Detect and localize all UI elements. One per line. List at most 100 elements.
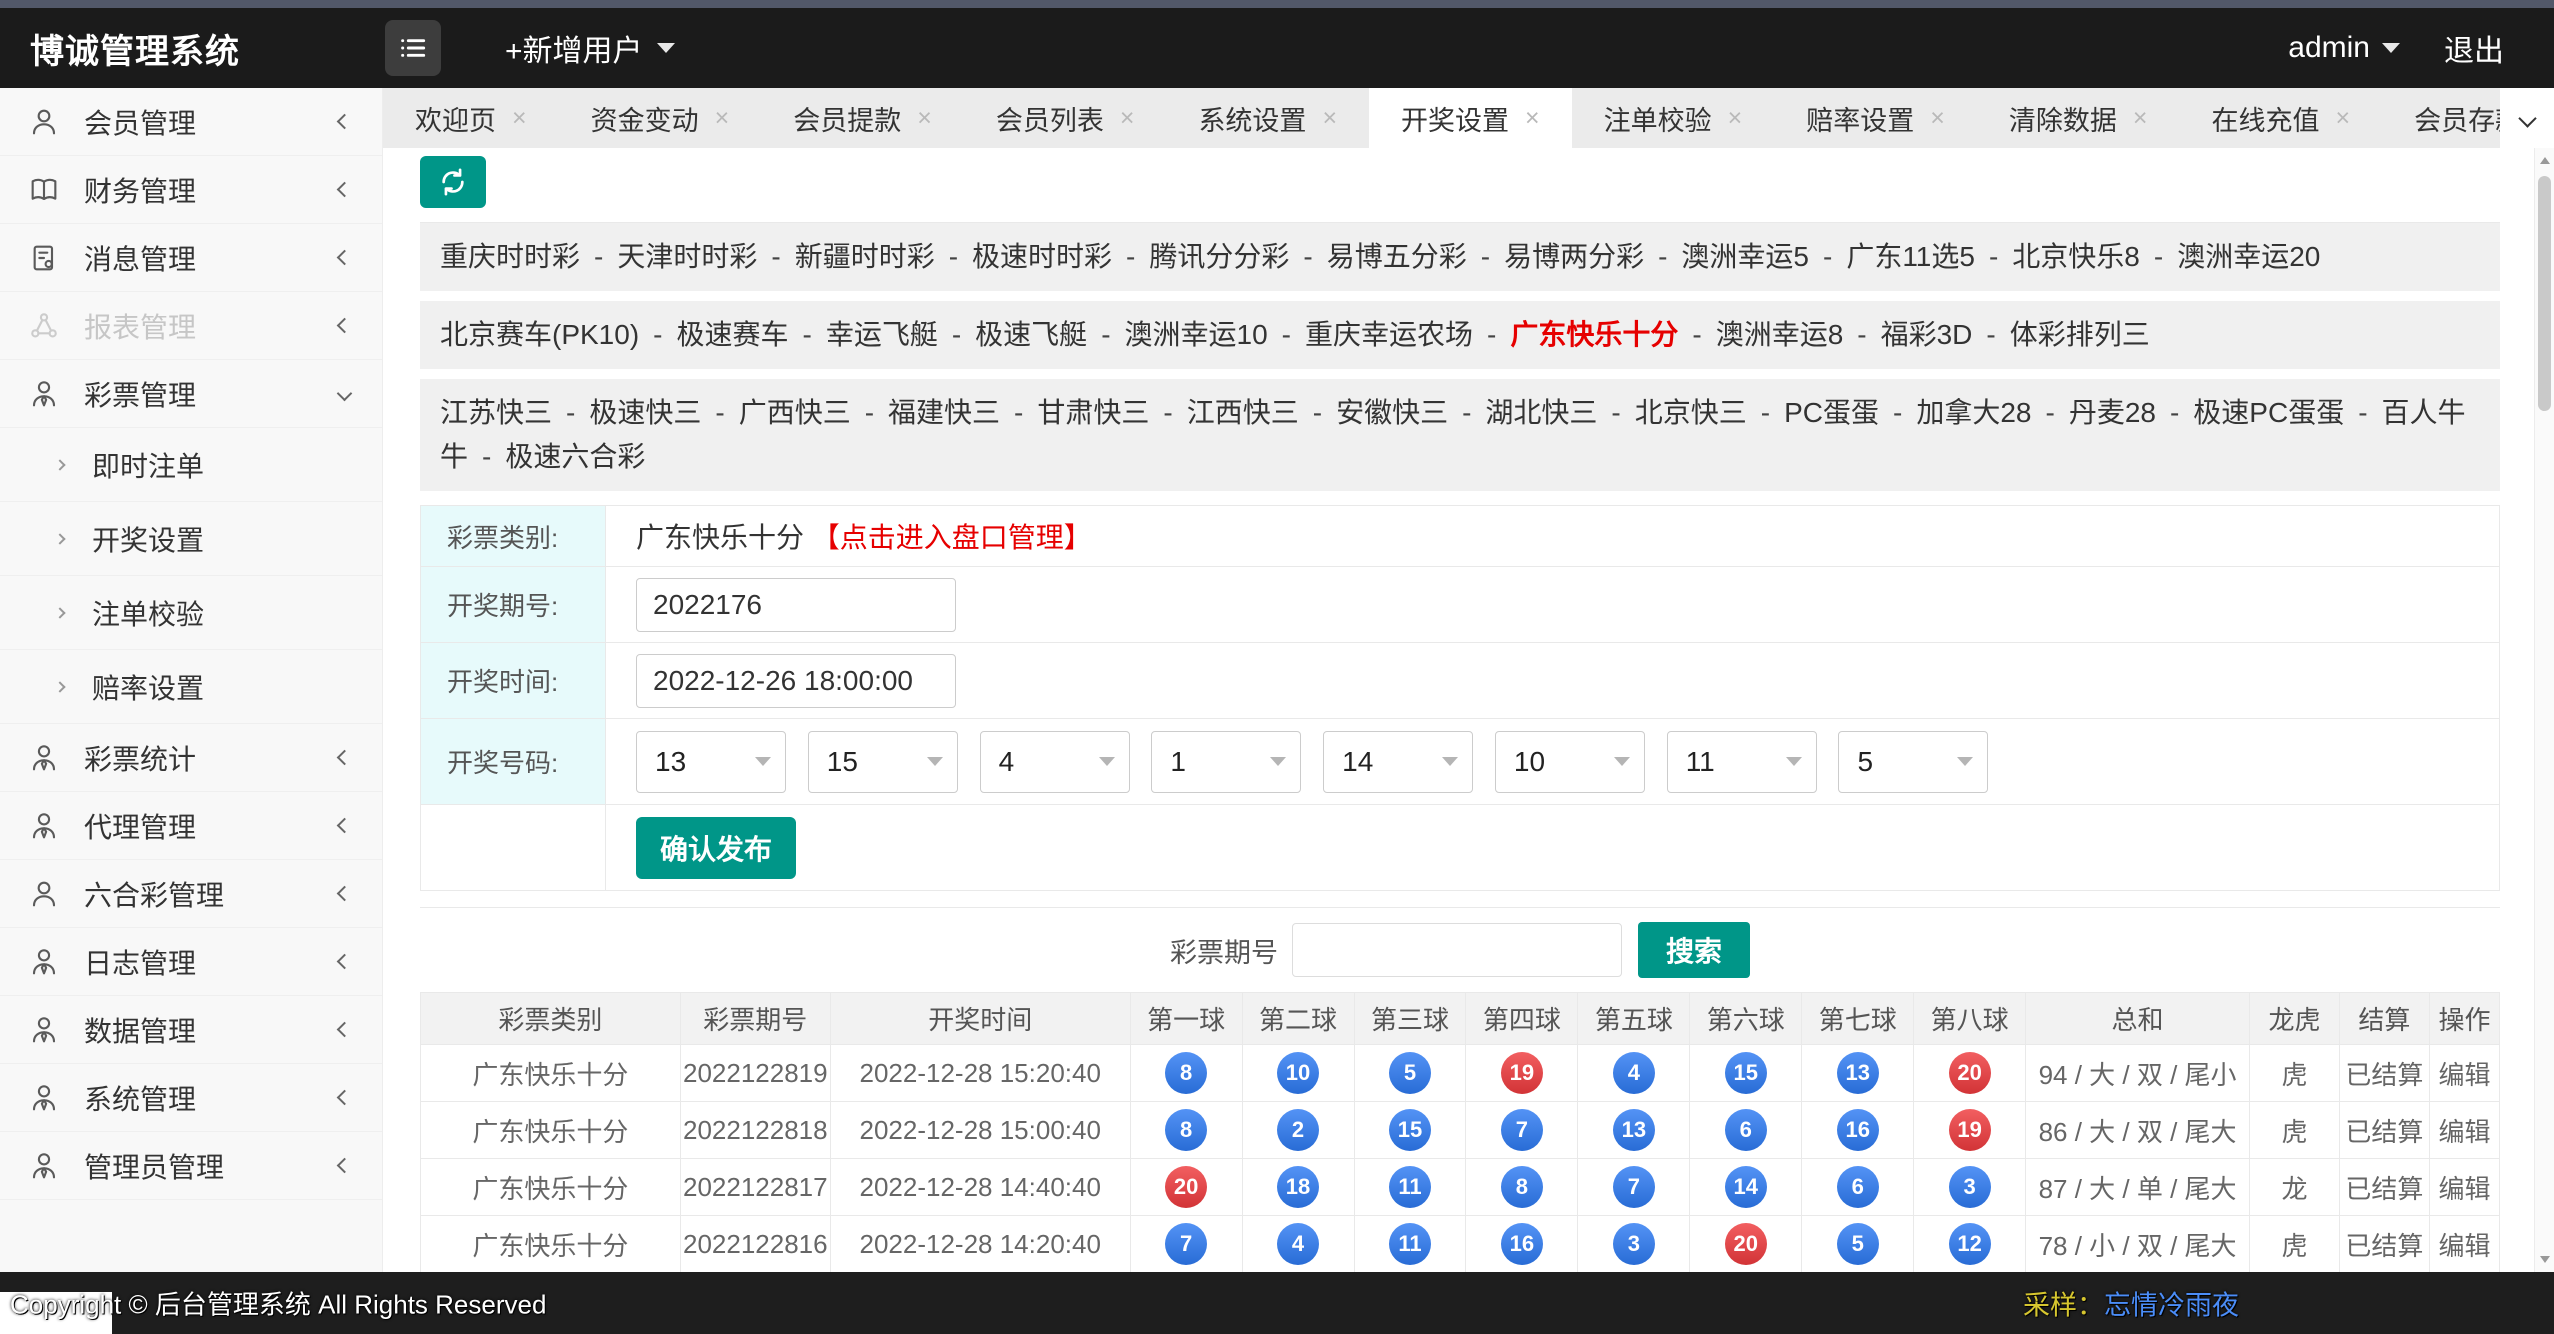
lottery-link[interactable]: 澳洲幸运20 [2140,241,2320,272]
lottery-link[interactable]: 易博五分彩 [1289,241,1466,272]
lottery-link[interactable]: 极速PC蛋蛋 [2156,397,2344,428]
lottery-link-active[interactable]: 广东快乐十分 [1473,319,1678,350]
lottery-link[interactable]: 广东11选5 [1809,241,1975,272]
lottery-link[interactable]: 江西快三 [1149,397,1298,428]
lottery-link[interactable]: 澳洲幸运10 [1087,319,1267,350]
issue-input[interactable] [636,577,956,632]
lottery-link[interactable]: 极速快三 [552,397,701,428]
close-icon[interactable] [1728,106,1743,131]
close-icon[interactable] [1930,106,1945,131]
logout-button[interactable]: 退出 [2444,26,2504,70]
sidebar-subitem-bet-verify[interactable]: 注单校验 [0,576,382,650]
lottery-link[interactable]: 天津时时彩 [580,241,757,272]
sidebar-subitem-odds-settings[interactable]: 赔率设置 [0,650,382,724]
tab-draw-settings[interactable]: 开奖设置 [1369,88,1572,148]
number-select-3[interactable]: 4 [979,730,1130,793]
draw-time-input[interactable] [636,653,956,708]
edit-link[interactable]: 编辑 [2428,1158,2501,1216]
edit-link[interactable]: 编辑 [2428,1044,2501,1102]
lottery-link[interactable]: 北京快乐8 [1975,241,2140,272]
tab-clear-data[interactable]: 清除数据 [1977,88,2180,148]
lottery-link[interactable]: 澳洲幸运8 [1678,319,1843,350]
close-icon[interactable] [1322,106,1337,131]
sidebar-item-lottery-stats[interactable]: 彩票统计 [0,724,382,792]
lottery-link[interactable]: 福彩3D [1843,319,1972,350]
number-select-2[interactable]: 15 [807,730,958,793]
close-icon[interactable] [512,106,527,131]
lottery-link[interactable]: 极速六合彩 [468,441,645,472]
lottery-link[interactable]: 幸运飞艇 [789,319,938,350]
tab-system-settings[interactable]: 系统设置 [1166,88,1369,148]
number-select-7[interactable]: 11 [1666,730,1817,793]
sample-link[interactable]: 忘情冷雨夜 [2104,1291,2239,1321]
lottery-link[interactable]: PC蛋蛋 [1747,397,1879,428]
tab-welcome[interactable]: 欢迎页 [383,88,559,148]
number-select-4[interactable]: 1 [1151,730,1302,793]
sidebar-item-agent-mgmt[interactable]: 代理管理 [0,792,382,860]
sidebar-subitem-draw-settings[interactable]: 开奖设置 [0,502,382,576]
tab-fund-changes[interactable]: 资金变动 [559,88,762,148]
lottery-link[interactable]: 丹麦28 [2031,397,2155,428]
lottery-link[interactable]: 澳洲幸运5 [1644,241,1809,272]
close-icon[interactable] [1525,106,1540,131]
tab-odds-settings[interactable]: 赔率设置 [1774,88,1977,148]
scrollbar-thumb[interactable] [2538,176,2551,411]
add-user-dropdown[interactable]: +新增用户 [505,26,675,70]
sidebar-item-message-mgmt[interactable]: 消息管理 [0,224,382,292]
lottery-link[interactable]: 北京赛车(PK10) [440,319,639,350]
tab-bet-verify[interactable]: 注单校验 [1572,88,1775,148]
lottery-link[interactable]: 极速时时彩 [935,241,1112,272]
edit-link[interactable]: 编辑 [2428,1101,2501,1159]
close-icon[interactable] [1120,106,1135,131]
lottery-link[interactable]: 湖北快三 [1448,397,1597,428]
admin-dropdown[interactable]: admin [2288,31,2400,65]
number-select-1[interactable]: 13 [636,730,786,793]
sidebar-item-finance-mgmt[interactable]: 财务管理 [0,156,382,224]
refresh-button[interactable] [420,156,486,208]
close-icon[interactable] [2133,106,2148,131]
number-select-5[interactable]: 14 [1323,730,1474,793]
lottery-link[interactable]: 北京快三 [1597,397,1746,428]
lottery-link[interactable]: 极速飞艇 [938,319,1087,350]
sidebar-item-lottery-mgmt[interactable]: 彩票管理 [0,360,382,428]
tab-overflow-button[interactable] [2500,88,2554,148]
lottery-link[interactable]: 极速赛车 [639,319,788,350]
sidebar-item-admin-mgmt[interactable]: 管理员管理 [0,1132,382,1200]
scrollbar[interactable] [2534,148,2554,1272]
sidebar-item-report-mgmt[interactable]: 报表管理 [0,292,382,360]
lottery-link[interactable]: 甘肃快三 [1000,397,1149,428]
lottery-link[interactable]: 加拿大28 [1879,397,2031,428]
sidebar-subitem-live-bets[interactable]: 即时注单 [0,428,382,502]
close-icon[interactable] [715,106,730,131]
tab-member-withdraw[interactable]: 会员提款 [761,88,964,148]
market-manage-link[interactable]: 【点击进入盘口管理】 [812,522,1092,553]
close-icon[interactable] [2335,106,2350,131]
scroll-up-arrow-icon[interactable] [2540,157,2550,164]
sidebar-item-member-mgmt[interactable]: 会员管理 [0,88,382,156]
lottery-link[interactable]: 重庆幸运农场 [1268,319,1473,350]
sidebar-item-system-mgmt[interactable]: 系统管理 [0,1064,382,1132]
sidebar-item-mark-six-mgmt[interactable]: 六合彩管理 [0,860,382,928]
number-select-6[interactable]: 10 [1494,730,1645,793]
lottery-link[interactable]: 福建快三 [851,397,1000,428]
number-select-8[interactable]: 5 [1838,730,1989,793]
sidebar-item-data-mgmt[interactable]: 数据管理 [0,996,382,1064]
lottery-link[interactable]: 新疆时时彩 [757,241,934,272]
lottery-link[interactable]: 体彩排列三 [1972,319,2149,350]
sidebar-item-log-mgmt[interactable]: 日志管理 [0,928,382,996]
close-icon[interactable] [917,106,932,131]
search-button[interactable]: 搜索 [1638,922,1750,978]
confirm-publish-button[interactable]: 确认发布 [636,816,796,879]
tab-member-list[interactable]: 会员列表 [964,88,1167,148]
tab-online-topup[interactable]: 在线充值 [2179,88,2382,148]
scroll-down-arrow-icon[interactable] [2540,1256,2550,1263]
lottery-link[interactable]: 重庆时时彩 [440,241,580,272]
lottery-link[interactable]: 易博两分彩 [1467,241,1644,272]
lottery-link[interactable]: 安徽快三 [1299,397,1448,428]
lottery-link[interactable]: 广西快三 [701,397,850,428]
lottery-link[interactable]: 江苏快三 [440,397,552,428]
issue-search-input[interactable] [1292,923,1622,977]
lottery-link[interactable]: 腾讯分分彩 [1112,241,1289,272]
edit-link[interactable]: 编辑 [2428,1215,2501,1272]
sidebar-toggle-button[interactable] [385,20,441,76]
